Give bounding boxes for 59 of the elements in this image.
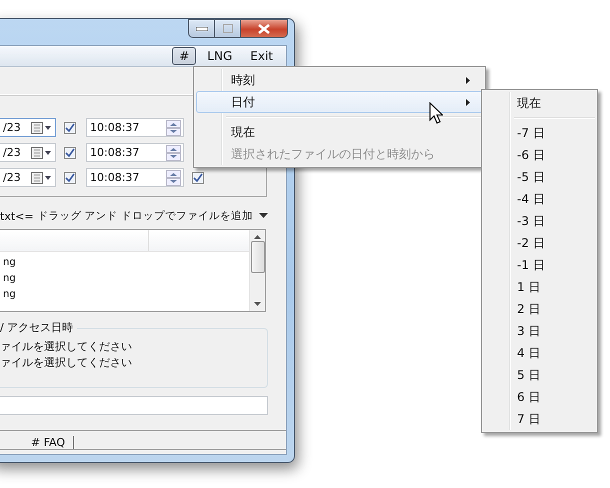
checkbox[interactable] bbox=[64, 146, 76, 158]
menu-item[interactable]: -3 日 bbox=[484, 210, 595, 232]
time-field[interactable]: 10:08:37 bbox=[86, 118, 184, 137]
close-icon bbox=[258, 24, 270, 34]
close-button[interactable] bbox=[241, 19, 288, 38]
menu-item[interactable]: 2 日 bbox=[484, 298, 595, 320]
menu-bar-item[interactable]: LNG bbox=[200, 47, 240, 65]
menu-item[interactable]: -2 日 bbox=[484, 232, 595, 254]
submenu-arrow-icon bbox=[466, 76, 470, 84]
menu-item[interactable]: 7 日 bbox=[484, 408, 595, 430]
spinner-icon bbox=[166, 120, 181, 136]
checkbox[interactable] bbox=[192, 172, 204, 184]
maximize-icon bbox=[222, 24, 232, 33]
file-row[interactable]: ng bbox=[3, 255, 53, 271]
filter-label: txt<= bbox=[0, 210, 34, 222]
menu-bar-item[interactable]: # bbox=[172, 47, 196, 65]
menu-item[interactable]: 日付 bbox=[196, 91, 483, 113]
maximize-button[interactable] bbox=[215, 19, 241, 38]
input-field[interactable] bbox=[0, 396, 268, 415]
menu-item[interactable]: 現在 bbox=[484, 92, 595, 114]
date-picker[interactable]: /23 bbox=[0, 118, 56, 137]
file-row[interactable]: ng bbox=[3, 271, 53, 287]
calendar-icon bbox=[31, 122, 51, 134]
menu-item[interactable]: -4 日 bbox=[484, 188, 595, 210]
menu-item[interactable]: -7 日 bbox=[484, 122, 595, 144]
minimize-icon bbox=[196, 26, 208, 30]
menu-item[interactable]: -5 日 bbox=[484, 166, 595, 188]
scrollbar[interactable] bbox=[249, 230, 265, 311]
file-row[interactable]: ng bbox=[3, 287, 53, 303]
menu-item[interactable]: -1 日 bbox=[484, 254, 595, 276]
menu-item[interactable]: 1 日 bbox=[484, 276, 595, 298]
checkbox[interactable] bbox=[64, 122, 76, 134]
minimize-button[interactable] bbox=[188, 19, 215, 38]
menu-item[interactable]: 3 日 bbox=[484, 320, 595, 342]
scroll-up-arrow-icon[interactable] bbox=[254, 235, 261, 239]
spinner-icon bbox=[166, 144, 181, 160]
menu-item[interactable]: 4 日 bbox=[484, 342, 595, 364]
status-text: ァイルを選択してください bbox=[0, 355, 132, 370]
drop-dropdown[interactable]: ドラッグ アンド ドロップでファイルを追加 bbox=[37, 209, 268, 223]
menu-item[interactable]: 現在 bbox=[196, 121, 483, 143]
time-field[interactable]: 10:08:37 bbox=[86, 168, 184, 187]
menu-item[interactable]: 時刻 bbox=[196, 69, 483, 91]
calendar-icon bbox=[31, 146, 51, 158]
date-picker[interactable]: /23 bbox=[0, 168, 56, 187]
checkbox[interactable] bbox=[64, 172, 76, 184]
date-picker[interactable]: /23 bbox=[0, 143, 56, 162]
time-field[interactable]: 10:08:37 bbox=[86, 143, 184, 162]
menu-bar-item[interactable]: Exit bbox=[243, 47, 280, 65]
menu-item[interactable]: -6 日 bbox=[484, 144, 595, 166]
submenu-arrow-icon bbox=[466, 98, 470, 106]
calendar-icon bbox=[31, 172, 51, 184]
menu-item[interactable]: 6 日 bbox=[484, 386, 595, 408]
status-text: ァイルを選択してください bbox=[0, 339, 132, 354]
spinner-icon bbox=[166, 170, 181, 186]
group-legend: / アクセス日時 bbox=[0, 320, 78, 335]
file-list[interactable]: ng ng ng bbox=[0, 229, 266, 312]
menu-item[interactable]: 5 日 bbox=[484, 364, 595, 386]
scroll-down-arrow-icon[interactable] bbox=[254, 302, 261, 306]
caret-icon bbox=[259, 213, 268, 219]
